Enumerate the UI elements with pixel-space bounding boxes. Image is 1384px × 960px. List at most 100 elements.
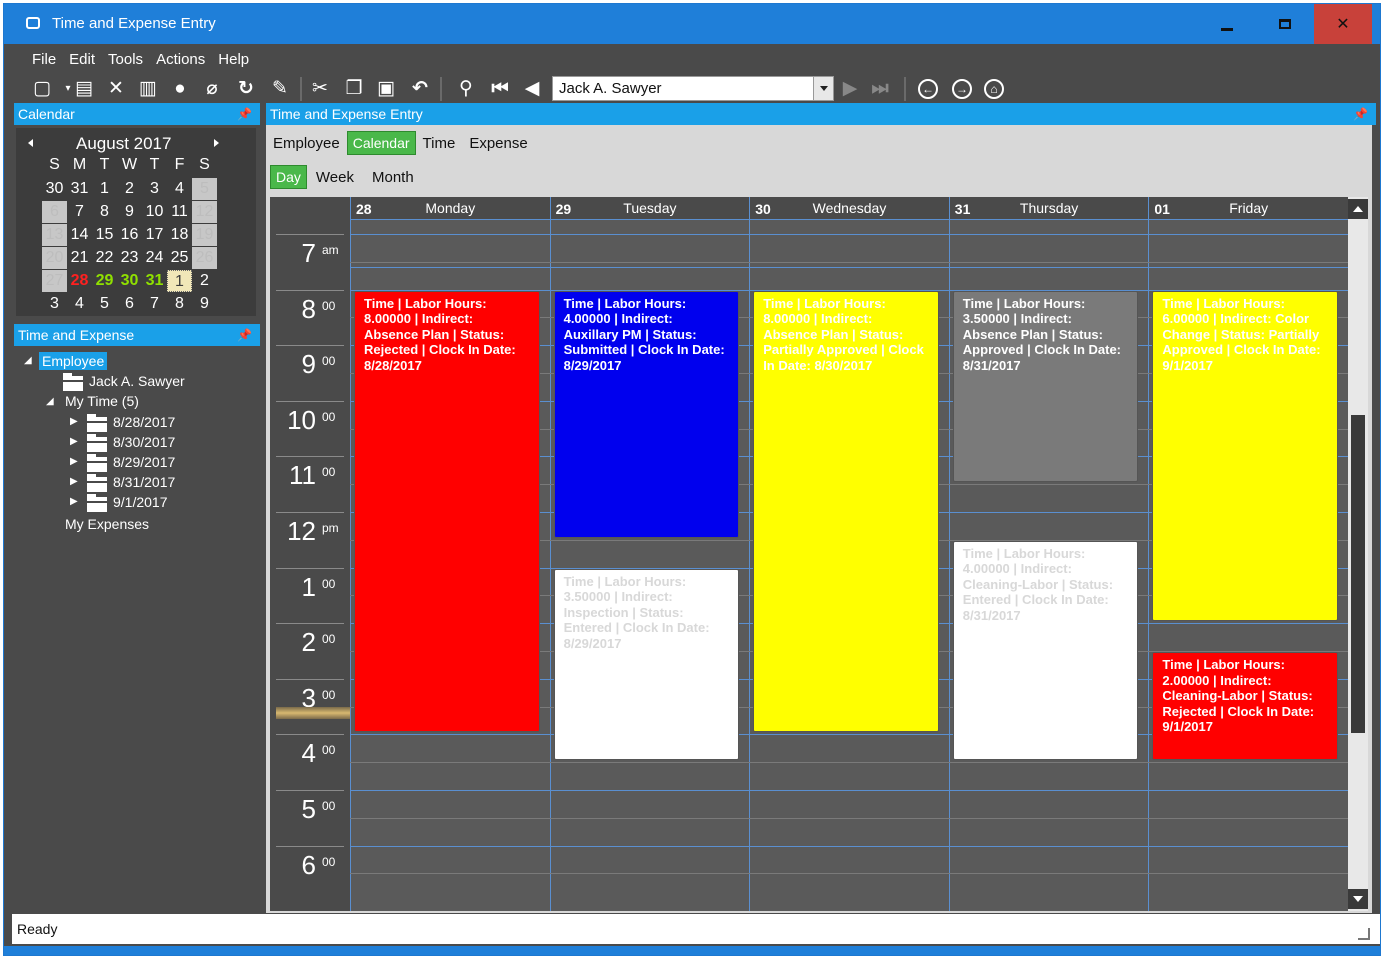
tree-node-my-expenses[interactable]: My Expenses xyxy=(65,516,149,532)
calendar-day[interactable]: 6 xyxy=(117,293,142,315)
calendar-day[interactable]: 31 xyxy=(142,270,167,292)
tab-day[interactable]: Day xyxy=(270,165,307,189)
calendar-day[interactable]: 12 xyxy=(192,201,217,223)
menu-file[interactable]: File xyxy=(32,51,56,68)
menu-help[interactable]: Help xyxy=(218,51,249,68)
calendar-day[interactable]: 23 xyxy=(117,247,142,269)
time-entry-event[interactable]: Time | Labor Hours: 8.00000 | Indirect: … xyxy=(753,290,939,733)
calendar-day[interactable]: 16 xyxy=(117,224,142,246)
vertical-scrollbar[interactable] xyxy=(1348,197,1368,911)
tree-node-date[interactable]: 8/29/2017 xyxy=(113,454,175,470)
calendar-day[interactable]: 25 xyxy=(167,247,192,269)
prev-month-icon[interactable] xyxy=(28,139,33,147)
calendar-day[interactable]: 5 xyxy=(192,178,217,200)
calendar-day[interactable]: 5 xyxy=(92,293,117,315)
expand-icon[interactable]: ▶ xyxy=(70,496,78,507)
tab-calendar[interactable]: Calendar xyxy=(346,131,416,155)
day-header[interactable]: 30 Wednesday xyxy=(749,197,949,219)
calendar-day[interactable]: 8 xyxy=(92,201,117,223)
tab-month[interactable]: Month xyxy=(363,169,423,186)
schedule-grid[interactable]: 28 Monday 29 Tuesday 30 Wednesday 31 Thursday 01… xyxy=(270,197,1348,911)
tree-node-date[interactable]: 8/31/2017 xyxy=(113,474,175,490)
new-icon[interactable]: ▢ xyxy=(30,76,54,102)
tree-node-my-time[interactable]: My Time (5) xyxy=(65,393,139,409)
time-entry-event[interactable]: Time | Labor Hours: 3.50000 | Indirect: … xyxy=(553,568,740,761)
resize-grip-icon[interactable] xyxy=(1358,928,1370,940)
menu-actions[interactable]: Actions xyxy=(156,51,205,68)
menu-tools[interactable]: Tools xyxy=(108,51,143,68)
calendar-day[interactable]: 7 xyxy=(67,201,92,223)
expand-icon[interactable]: ▶ xyxy=(70,416,78,427)
tab-time[interactable]: Time xyxy=(416,135,463,152)
tab-employee[interactable]: Employee xyxy=(266,135,347,152)
time-entry-event[interactable]: Time | Labor Hours: 4.00000 | Indirect: … xyxy=(952,540,1139,761)
time-entry-event[interactable]: Time | Labor Hours: 2.00000 | Indirect: … xyxy=(1152,652,1338,761)
tree-node-employee[interactable]: Employee xyxy=(39,352,108,370)
day-header[interactable]: 31 Thursday xyxy=(948,197,1149,219)
home-icon[interactable]: ⌂ xyxy=(984,79,1004,99)
undo-icon[interactable]: ↶ xyxy=(408,76,432,102)
collapse-icon[interactable]: ◢ xyxy=(24,355,32,366)
close-button[interactable]: ✕ xyxy=(1314,4,1372,44)
pin-icon[interactable]: 📌 xyxy=(237,103,252,125)
book-icon[interactable]: ▥ xyxy=(136,76,160,102)
refresh-icon[interactable]: ↻ xyxy=(234,76,258,102)
tree-node-date[interactable]: 8/30/2017 xyxy=(113,434,175,450)
clear-icon[interactable]: ✎ xyxy=(268,76,292,102)
copy-icon[interactable]: ❐ xyxy=(342,76,366,102)
calendar-day[interactable]: 1 xyxy=(92,178,117,200)
day-header[interactable]: 28 Monday xyxy=(350,197,550,219)
calendar-day[interactable]: 9 xyxy=(117,201,142,223)
calendar-day[interactable]: 8 xyxy=(167,293,192,315)
pin-icon[interactable]: 📌 xyxy=(1353,103,1368,125)
previous-record-icon[interactable]: ◀ xyxy=(520,76,544,102)
calendar-day[interactable]: 4 xyxy=(167,178,192,200)
scroll-down-icon[interactable] xyxy=(1348,889,1368,909)
calendar-day[interactable]: 15 xyxy=(92,224,117,246)
calendar-day[interactable]: 30 xyxy=(42,178,67,200)
last-record-icon[interactable]: ⏭ xyxy=(868,76,892,102)
next-month-icon[interactable] xyxy=(214,139,219,147)
calendar-day[interactable]: 22 xyxy=(92,247,117,269)
tree-node-date[interactable]: 8/28/2017 xyxy=(113,414,175,430)
day-header[interactable]: 29 Tuesday xyxy=(549,197,750,219)
menu-edit[interactable]: Edit xyxy=(69,51,95,68)
calendar-day[interactable]: 31 xyxy=(67,178,92,200)
time-entry-event[interactable]: Time | Labor Hours: 8.00000 | Indirect: … xyxy=(354,290,540,733)
collapse-icon[interactable]: ◢ xyxy=(46,396,54,407)
calendar-day[interactable]: 14 xyxy=(67,224,92,246)
tree-node-date[interactable]: 9/1/2017 xyxy=(113,494,168,510)
calendar-day[interactable]: 27 xyxy=(42,270,67,292)
calendar-day[interactable]: 26 xyxy=(192,247,217,269)
tab-expense[interactable]: Expense xyxy=(462,135,534,152)
next-record-icon[interactable]: ▶ xyxy=(838,76,862,102)
first-record-icon[interactable]: ⏮ xyxy=(488,76,512,102)
calendar-day[interactable]: 28 xyxy=(67,270,92,292)
tab-week[interactable]: Week xyxy=(307,169,363,186)
calendar-day[interactable]: 24 xyxy=(142,247,167,269)
calendar-day[interactable]: 11 xyxy=(167,201,192,223)
calendar-day[interactable]: 3 xyxy=(42,293,67,315)
time-entry-event[interactable]: Time | Labor Hours: 3.50000 | Indirect: … xyxy=(952,290,1139,483)
time-entry-event[interactable]: Time | Labor Hours: 4.00000 | Indirect: … xyxy=(553,290,740,538)
calendar-day[interactable]: 3 xyxy=(142,178,167,200)
calendar-day[interactable]: 18 xyxy=(167,224,192,246)
calendar-day[interactable]: 29 xyxy=(92,270,117,292)
pin-icon[interactable]: 📌 xyxy=(237,324,252,346)
calendar-day[interactable]: 2 xyxy=(117,178,142,200)
cut-icon[interactable]: ✂ xyxy=(308,76,332,102)
calendar-day[interactable]: 21 xyxy=(67,247,92,269)
day-header[interactable]: 01 Friday xyxy=(1148,197,1348,219)
employee-select[interactable]: Jack A. Sawyer xyxy=(552,76,834,101)
tree-node-employee-name[interactable]: Jack A. Sawyer xyxy=(89,373,185,389)
calendar-day[interactable]: 9 xyxy=(192,293,217,315)
calendar-day[interactable]: 10 xyxy=(142,201,167,223)
calendar-day[interactable]: 13 xyxy=(42,224,67,246)
calendar-day[interactable]: 6 xyxy=(42,201,67,223)
expand-icon[interactable]: ▶ xyxy=(70,456,78,467)
chevron-down-icon[interactable] xyxy=(813,77,833,100)
calendar-day[interactable]: 1 xyxy=(167,270,192,292)
maximize-button[interactable] xyxy=(1256,4,1314,44)
delete-icon[interactable]: ✕ xyxy=(104,76,128,102)
calendar-day[interactable]: 2 xyxy=(192,270,217,292)
